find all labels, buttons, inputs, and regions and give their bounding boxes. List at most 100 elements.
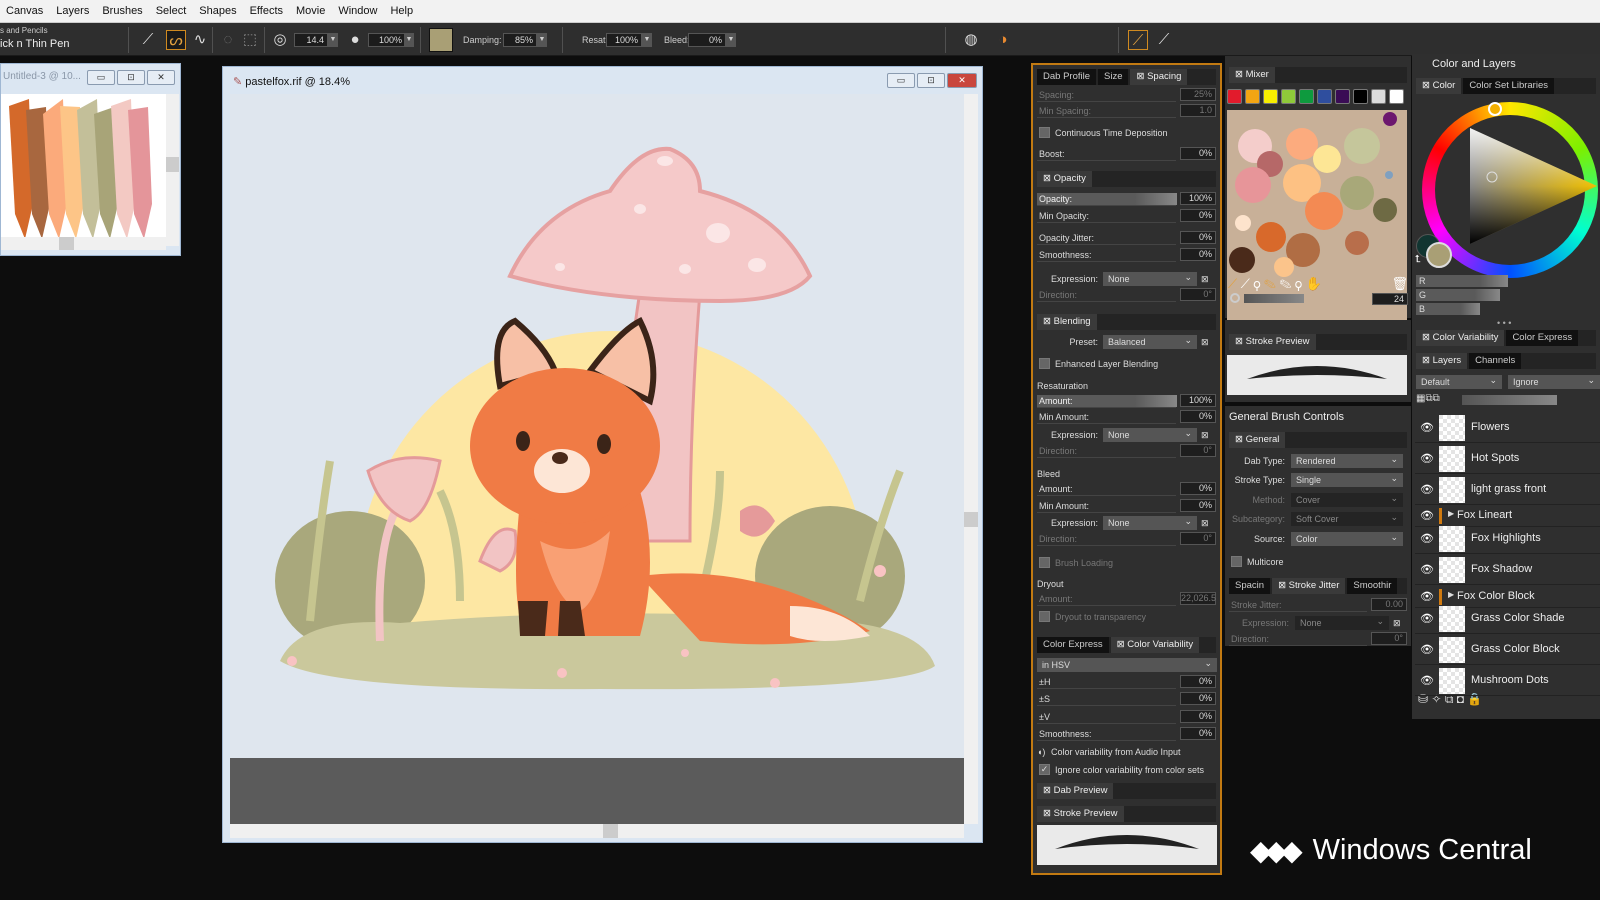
swatch-9[interactable] [1389, 89, 1404, 104]
vertical-scrollbar[interactable] [964, 94, 978, 824]
mixer-brush-size-value[interactable]: 24 [1372, 293, 1408, 305]
tab-layers[interactable]: Layers [1416, 353, 1468, 369]
value-smoothness[interactable]: 0% [1180, 248, 1216, 261]
swatch-6[interactable] [1335, 89, 1350, 104]
menu-effects[interactable]: Effects [250, 5, 283, 17]
bleed-input[interactable]: 0% [688, 33, 726, 47]
menu-movie[interactable]: Movie [296, 5, 325, 17]
checkbox-dryout-to-transparency[interactable] [1039, 611, 1050, 622]
value-stroke-jitter[interactable]: 0.00 [1371, 598, 1407, 611]
minimize-button[interactable]: ▭ [887, 73, 915, 88]
swatch-8[interactable] [1371, 89, 1386, 104]
bleed-dropdown[interactable]: ▼ [726, 33, 736, 47]
brush-tool-icon[interactable]: ⟋ [138, 30, 158, 50]
tab-color-expression[interactable]: Color Express [1506, 330, 1579, 346]
select-stroke-type[interactable]: Single [1291, 471, 1403, 487]
checkbox-continuous-time-deposition[interactable] [1039, 127, 1050, 138]
select-dab-type[interactable]: Rendered [1291, 452, 1403, 468]
select-preset[interactable]: Balanced [1103, 333, 1197, 349]
value-min-amount[interactable]: 0% [1180, 410, 1216, 423]
value-amount[interactable]: 0% [1180, 482, 1216, 495]
expression-settings-icon[interactable]: ⊠ [1201, 272, 1209, 286]
brush-category[interactable]: s and Pencils [0, 26, 48, 35]
eye-icon[interactable]: 👁 [1420, 563, 1434, 576]
layer-flowers[interactable]: 👁 Flowers [1415, 413, 1600, 443]
maximize-button[interactable]: ⊡ [917, 73, 945, 88]
composite-method-select[interactable]: Default [1416, 373, 1502, 389]
horizontal-scrollbar[interactable] [230, 824, 964, 838]
select-expression[interactable]: None [1295, 614, 1389, 630]
value-boost[interactable]: 0% [1180, 147, 1216, 160]
layer-grass-color-block[interactable]: 👁 Grass Color Block [1415, 635, 1600, 665]
select-expression[interactable]: None [1103, 426, 1197, 442]
eye-icon[interactable]: 👁 [1420, 643, 1434, 656]
layer-hot-spots[interactable]: 👁 Hot Spots [1415, 444, 1600, 474]
canvas-viewport[interactable] [230, 94, 964, 824]
value-direction[interactable]: 0° [1180, 288, 1216, 301]
tab-spacin[interactable]: Spacin [1229, 578, 1271, 594]
swatch-2[interactable] [1263, 89, 1278, 104]
tab-general[interactable]: General [1229, 432, 1286, 448]
brush-selector-icon[interactable]: ⟋ [1154, 30, 1174, 50]
tab-mixer[interactable]: Mixer [1229, 67, 1275, 83]
freehand-stroke-icon[interactable]: ᔕ [166, 30, 186, 50]
tab-size[interactable]: Size [1098, 69, 1129, 85]
color-wheel-icon[interactable]: ◑ [993, 30, 1013, 50]
opacity-dropdown[interactable]: ▼ [404, 33, 414, 47]
eye-icon[interactable]: 👁 [1420, 532, 1434, 545]
mixer-brush-size-slider[interactable] [1244, 294, 1304, 303]
dirty-brush-icon[interactable]: ⟋ [1228, 276, 1237, 291]
eye-icon[interactable]: 👁 [1420, 509, 1434, 522]
tab-color-express[interactable]: Color Express [1037, 637, 1109, 653]
tab-opacity[interactable]: Opacity [1037, 171, 1092, 187]
swatch-7[interactable] [1353, 89, 1368, 104]
tab-stroke-preview[interactable]: Stroke Preview [1037, 806, 1124, 822]
swatch-5[interactable] [1317, 89, 1332, 104]
select-in-hsv[interactable]: in HSV [1037, 656, 1217, 672]
select-source[interactable]: Color [1291, 530, 1403, 546]
resat-dropdown[interactable]: ▼ [642, 33, 652, 47]
expression-settings-icon[interactable]: ⊠ [1393, 616, 1401, 630]
checkbox-multicore[interactable] [1231, 556, 1242, 567]
trash-icon[interactable]: 🗑 [1391, 276, 1408, 292]
tab-smoothir[interactable]: Smoothir [1347, 578, 1398, 594]
menu-help[interactable]: Help [390, 5, 413, 17]
swatch-0[interactable] [1227, 89, 1242, 104]
value-min-opacity[interactable]: 0% [1180, 209, 1216, 222]
expand-triangle-icon[interactable]: ▶ [1448, 509, 1454, 518]
rgb-slider-b[interactable]: B [1416, 302, 1600, 316]
checkbox-ignore-color-variability-from-color-sets[interactable]: ✓ [1039, 764, 1050, 775]
mix-color-icon[interactable]: ⚲ [1253, 276, 1260, 291]
swatch-3[interactable] [1281, 89, 1296, 104]
value-spacing[interactable]: 25% [1180, 88, 1216, 101]
value-opacity-jitter[interactable]: 0% [1180, 231, 1216, 244]
sample-color-icon[interactable]: ✎ [1264, 276, 1276, 291]
value-v[interactable]: 0% [1180, 710, 1216, 723]
menu-brushes[interactable]: Brushes [102, 5, 142, 17]
damping-input[interactable]: 85% [503, 33, 537, 47]
tab-color-variability[interactable]: Color Variability [1110, 637, 1200, 653]
hue-handle[interactable] [1488, 102, 1502, 116]
value-min-amount[interactable]: 0% [1180, 499, 1216, 512]
close-button[interactable]: ✕ [147, 70, 175, 85]
select-expression[interactable]: None [1103, 270, 1197, 286]
brush-ghost-icon[interactable]: ◌ [218, 30, 238, 50]
vertical-scrollbar[interactable] [166, 94, 179, 246]
value-direction[interactable]: 0° [1180, 532, 1216, 545]
tab-stroke-jitter[interactable]: Stroke Jitter [1272, 578, 1346, 594]
minimize-button[interactable]: ▭ [87, 70, 115, 85]
layer-fox-highlights[interactable]: 👁 Fox Highlights [1415, 524, 1600, 554]
tab-stroke-preview[interactable]: Stroke Preview [1229, 334, 1316, 350]
expression-settings-icon[interactable]: ⊠ [1201, 516, 1209, 530]
expression-settings-icon[interactable]: ⊠ [1201, 335, 1209, 349]
main-color[interactable] [1426, 242, 1452, 268]
straight-line-stroke-icon[interactable]: ∿ [190, 30, 210, 50]
tab-blending[interactable]: Blending [1037, 314, 1097, 330]
swap-colors-icon[interactable]: ⮤ [1415, 254, 1421, 265]
value-smoothness[interactable]: 0% [1180, 727, 1216, 740]
tab-color-variability[interactable]: Color Variability [1416, 330, 1505, 346]
layer-grass-color-shade[interactable]: 👁 Grass Color Shade [1415, 604, 1600, 634]
tab-spacing[interactable]: Spacing [1130, 69, 1188, 85]
eye-icon[interactable]: 👁 [1420, 452, 1434, 465]
audio-icon[interactable]: ◖) [1037, 745, 1045, 759]
